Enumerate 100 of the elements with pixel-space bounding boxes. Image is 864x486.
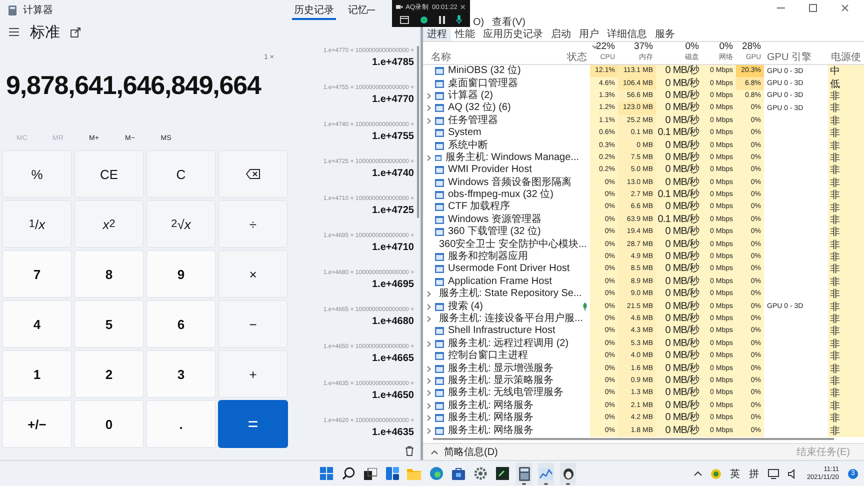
history-result[interactable]: 1.e+4740 xyxy=(372,167,414,194)
menu-item[interactable]: O) xyxy=(473,16,484,28)
column-header[interactable]: GPU 引擎 xyxy=(767,52,812,63)
history-result[interactable]: 1.e+4680 xyxy=(372,315,414,342)
maximize-icon[interactable] xyxy=(808,3,818,13)
history-result[interactable]: 1.e+4770 xyxy=(372,93,414,120)
tab[interactable]: 性能 xyxy=(451,28,479,41)
digit-button[interactable]: 7 xyxy=(2,250,72,298)
operator-button[interactable]: − xyxy=(218,300,288,348)
digit-button[interactable]: 6 xyxy=(146,300,216,348)
expand-chevron-icon[interactable] xyxy=(427,428,431,434)
operator-button[interactable]: CE xyxy=(74,150,144,198)
expand-chevron-icon[interactable] xyxy=(427,118,431,124)
digit-button[interactable]: 1 xyxy=(2,350,72,398)
settings-icon[interactable] xyxy=(474,467,486,480)
digit-button[interactable]: 2 xyxy=(74,350,144,398)
history-result[interactable]: 1.e+4710 xyxy=(372,241,414,268)
digit-button[interactable]: 0 xyxy=(74,400,144,448)
expand-chevron-icon[interactable] xyxy=(427,340,431,347)
digit-button[interactable]: 4 xyxy=(2,300,72,348)
calculator-icon[interactable] xyxy=(518,466,530,480)
expand-chevron-icon[interactable] xyxy=(427,378,431,384)
operator-button[interactable]: + xyxy=(218,350,288,398)
digit-button[interactable]: +/− xyxy=(2,400,72,448)
performance-chart-icon[interactable] xyxy=(539,468,553,480)
browser-icon[interactable] xyxy=(430,467,442,480)
expand-chevron-icon[interactable] xyxy=(427,390,431,396)
taskbar-button[interactable] xyxy=(560,462,576,484)
chevron-up-icon[interactable] xyxy=(694,471,702,476)
search-icon[interactable] xyxy=(342,467,354,480)
history-result[interactable]: 1.e+4665 xyxy=(372,352,414,379)
table-cell: 0 MB/秒 xyxy=(656,90,702,102)
equals-button[interactable]: = xyxy=(218,400,288,448)
trash-icon[interactable] xyxy=(405,446,414,456)
digit-button[interactable]: 5 xyxy=(74,300,144,348)
expand-chevron-icon[interactable] xyxy=(427,105,431,112)
keep-on-top-icon[interactable] xyxy=(70,26,81,38)
terminal-icon[interactable] xyxy=(496,467,508,480)
digit-button[interactable]: . xyxy=(146,400,216,448)
table-cell: 0 MB/秒 xyxy=(656,412,702,424)
tab[interactable]: 进程 xyxy=(423,28,451,41)
digit-button[interactable]: 8 xyxy=(74,250,144,298)
expand-chevron-icon[interactable] xyxy=(427,366,431,372)
panel-tab[interactable]: 记忆 xyxy=(346,2,370,20)
pause-icon[interactable] xyxy=(439,16,445,24)
tab[interactable]: 用户 xyxy=(575,28,603,41)
table-cell: 非 xyxy=(830,114,840,127)
penguin-icon[interactable] xyxy=(562,467,574,480)
history-result[interactable]: 1.e+4725 xyxy=(372,204,414,231)
column-header[interactable]: 名称 xyxy=(431,52,451,63)
shield-icon[interactable] xyxy=(710,468,721,478)
record-icon[interactable] xyxy=(420,16,428,24)
column-header[interactable]: 状态 xyxy=(567,52,587,63)
menu-item[interactable]: 查看(V) xyxy=(492,15,526,29)
task-view-icon[interactable] xyxy=(364,468,376,480)
tab[interactable]: 启动 xyxy=(547,28,575,41)
history-result[interactable]: 1.e+4695 xyxy=(372,278,414,305)
history-result[interactable]: 1.e+4785 xyxy=(372,56,414,83)
minimize-icon[interactable] xyxy=(776,5,786,11)
history-result[interactable]: 1.e+4650 xyxy=(372,389,414,416)
store-bag-icon[interactable] xyxy=(452,467,464,480)
digit-button[interactable]: 3 xyxy=(146,350,216,398)
expand-chevron-icon[interactable] xyxy=(427,402,431,409)
operator-button[interactable]: ÷ xyxy=(218,200,288,248)
windows-logo-icon[interactable] xyxy=(320,467,332,480)
expand-chevron-icon[interactable] xyxy=(427,92,431,99)
table-cell: 非 xyxy=(830,102,840,115)
result-display: 9,878,641,646,849,664 xyxy=(5,69,262,102)
taskbar-button[interactable] xyxy=(516,462,532,484)
operator-button[interactable]: C xyxy=(146,150,216,198)
menu-icon[interactable] xyxy=(8,27,20,37)
expand-chevron-icon[interactable] xyxy=(427,291,431,298)
monitor-icon[interactable] xyxy=(768,468,779,478)
close-icon[interactable] xyxy=(460,4,466,10)
tab[interactable]: 应用历史记录 xyxy=(479,28,547,41)
table-cell-text: 非 xyxy=(830,362,840,375)
expand-chevron-icon[interactable] xyxy=(427,304,431,310)
expand-chevron-icon[interactable] xyxy=(427,415,431,422)
ime-mode[interactable]: 拼 xyxy=(748,466,759,480)
fewer-details-link[interactable]: 简略信息(D) xyxy=(444,445,498,459)
collapse-caret-icon[interactable] xyxy=(431,450,438,454)
history-result[interactable]: 1.e+4755 xyxy=(372,130,414,157)
expand-chevron-icon[interactable] xyxy=(427,154,431,161)
history-result[interactable]: 1.e+4635 xyxy=(372,426,414,453)
column-header[interactable]: 电源使 xyxy=(831,52,861,63)
operator-button[interactable]: × xyxy=(218,250,288,298)
input-language[interactable]: 英 xyxy=(730,466,740,480)
microphone-icon[interactable] xyxy=(456,15,462,24)
minimize-icon[interactable] xyxy=(366,8,376,12)
close-icon[interactable] xyxy=(840,3,850,13)
tab[interactable]: 服务 xyxy=(651,28,679,41)
tab[interactable]: 详细信息 xyxy=(603,28,651,41)
panel-tab[interactable]: 历史记录 xyxy=(292,2,336,20)
scrollbar[interactable] xyxy=(433,438,834,440)
window-icon[interactable] xyxy=(400,16,409,24)
widgets-icon[interactable] xyxy=(386,467,398,480)
operator-button[interactable]: % xyxy=(2,150,72,198)
scrollbar[interactable] xyxy=(417,46,419,218)
expand-chevron-icon[interactable] xyxy=(427,316,431,322)
digit-button[interactable]: 9 xyxy=(146,250,216,298)
